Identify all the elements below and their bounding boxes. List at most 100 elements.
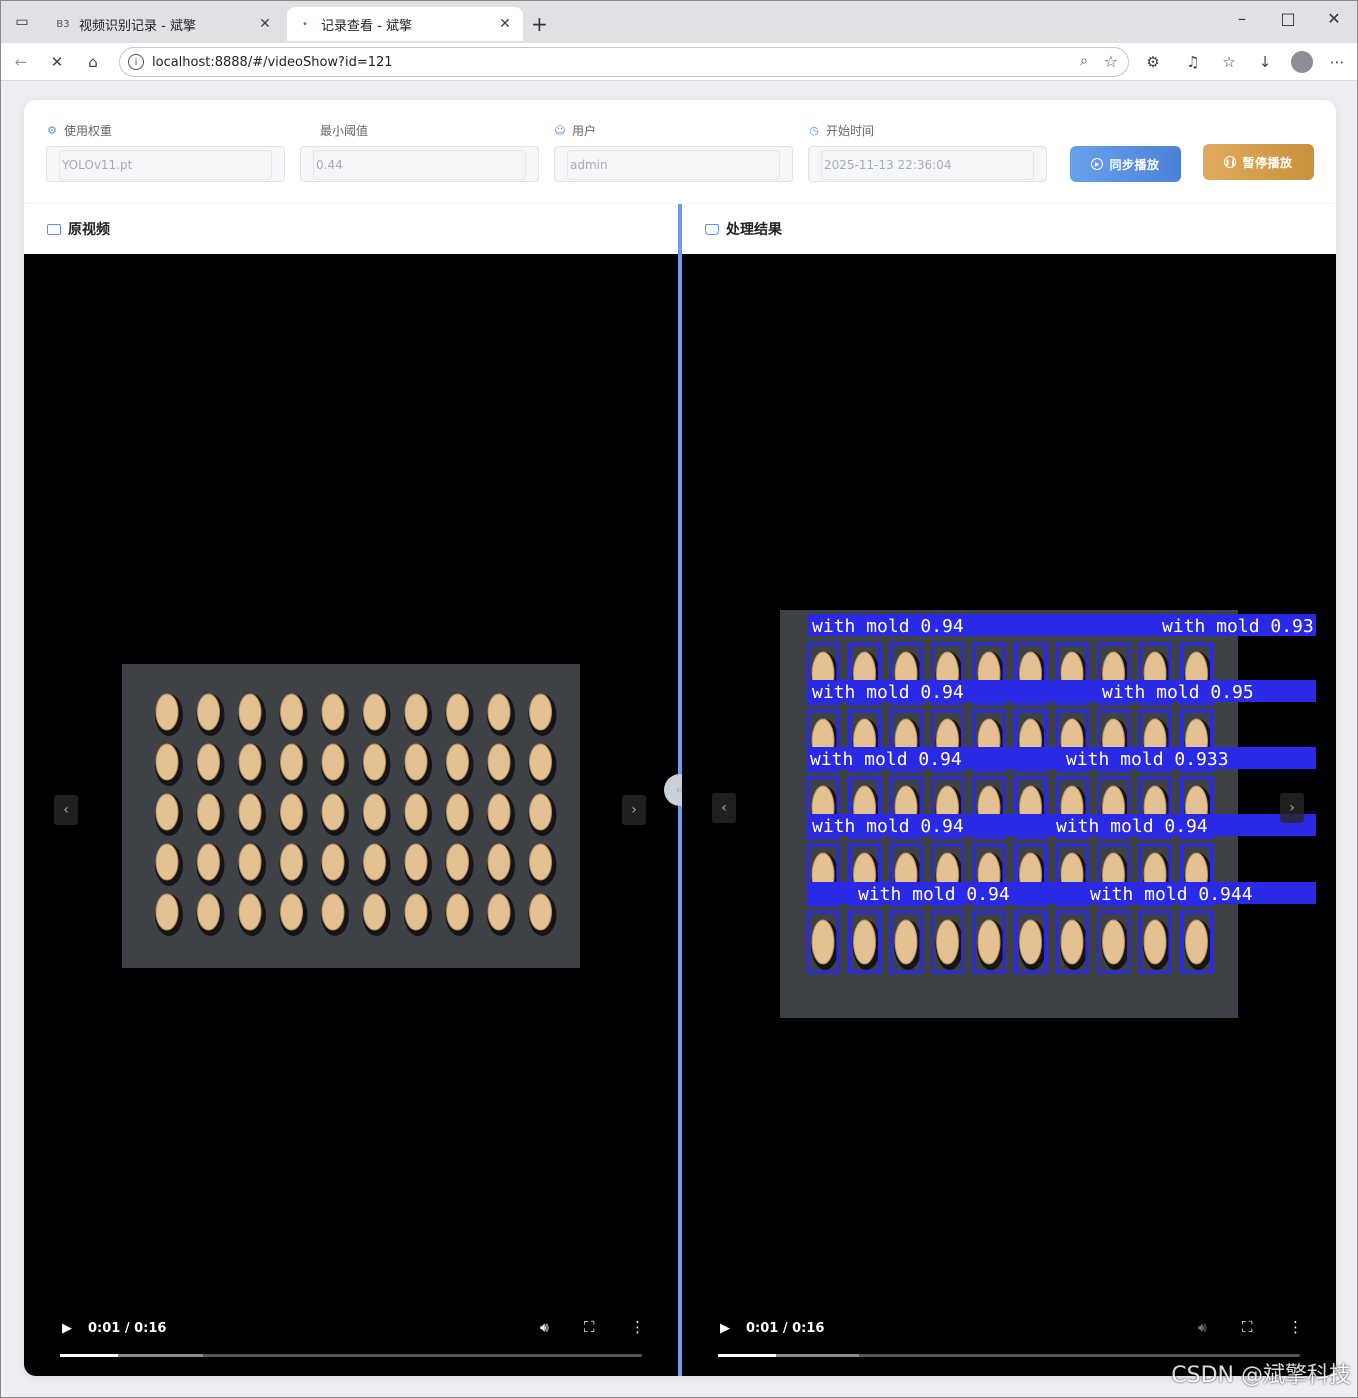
fullscreen-icon[interactable]: ⛶ bbox=[584, 1318, 595, 1336]
browser-essentials-icon[interactable]: ♫ bbox=[1183, 52, 1203, 72]
seed bbox=[1019, 919, 1042, 965]
volume-icon[interactable]: 🔊︎ bbox=[1198, 1320, 1207, 1336]
zoom-icon[interactable]: ⌕ bbox=[1080, 53, 1088, 69]
original-video-frame bbox=[122, 664, 580, 968]
volume-icon[interactable]: 🔊︎ bbox=[540, 1320, 549, 1336]
played-range bbox=[718, 1354, 777, 1357]
detection-label: with mold 0.933 bbox=[1066, 749, 1229, 770]
sync-play-button[interactable]: ▶ 同步播放 bbox=[1070, 146, 1181, 182]
tab-title: 视频识别记录 - 斌擎 bbox=[79, 18, 196, 34]
weight-label: 使用权重 bbox=[64, 123, 113, 138]
time-display: 0:01 / 0:16 bbox=[746, 1321, 825, 1336]
seed bbox=[487, 743, 511, 781]
weight-input[interactable]: YOLOv11.pt bbox=[59, 150, 272, 180]
played-range bbox=[60, 1354, 119, 1357]
result-panel-title: 处理结果 bbox=[726, 222, 782, 238]
detection-label: with mold 0.94 bbox=[1056, 816, 1208, 837]
seed bbox=[1185, 919, 1208, 965]
site-info-icon[interactable]: i bbox=[128, 54, 144, 70]
seed bbox=[155, 893, 179, 931]
seed bbox=[280, 843, 303, 881]
seed bbox=[197, 843, 220, 881]
prev-arrow-icon[interactable]: ‹ bbox=[54, 795, 78, 825]
seed bbox=[280, 693, 303, 731]
seed bbox=[487, 693, 511, 731]
threshold-label: 最小阈值 bbox=[320, 123, 369, 138]
original-video-player[interactable]: ‹ › ▶ 0:01 / 0:16 🔊︎ ⛶ ⋮ bbox=[24, 254, 678, 1376]
maximize-icon[interactable]: □ bbox=[1265, 9, 1311, 28]
seed bbox=[321, 743, 345, 781]
home-icon[interactable]: ⌂ bbox=[83, 52, 103, 72]
start-time-input[interactable]: 2025-11-13 22:36:04 bbox=[821, 150, 1034, 180]
pause-play-button[interactable]: ❚❚ 暂停播放 bbox=[1203, 144, 1314, 180]
tab-video-records[interactable]: B3 视频识别记录 - 斌擎 ✕ bbox=[45, 7, 283, 41]
extensions-icon[interactable]: ⚙ bbox=[1143, 52, 1163, 72]
prev-arrow-icon[interactable]: ‹ bbox=[712, 793, 736, 823]
video-show-card: ⚙ 使用权重 YOLOv11.pt 最小阈值 0.44 ☺ 用户 admin ◷ 开始… bbox=[24, 100, 1336, 1376]
seed bbox=[446, 893, 469, 931]
detection-label: with mold 0.94 bbox=[812, 682, 964, 703]
seed bbox=[155, 843, 179, 881]
seed bbox=[487, 793, 511, 831]
seed bbox=[321, 893, 345, 931]
time-display: 0:01 / 0:16 bbox=[88, 1321, 167, 1336]
seed bbox=[529, 793, 552, 831]
seed bbox=[238, 743, 262, 781]
seed bbox=[404, 893, 428, 931]
seed bbox=[1102, 919, 1125, 965]
browser-toolbar: ← ✕ ⌂ i localhost:8888/#/videoShow?id=12… bbox=[1, 43, 1357, 81]
seed bbox=[404, 793, 428, 831]
seed bbox=[363, 693, 386, 731]
progress-bar[interactable] bbox=[60, 1354, 642, 1357]
seed bbox=[894, 919, 918, 965]
new-tab-icon[interactable]: + bbox=[531, 12, 548, 36]
stop-loading-icon[interactable]: ✕ bbox=[47, 52, 67, 72]
more-menu-icon[interactable]: ⋯ bbox=[1327, 52, 1347, 72]
favorites-icon[interactable]: ☆ bbox=[1219, 52, 1239, 72]
detection-label: with mold 0.94 bbox=[812, 816, 964, 837]
seed bbox=[238, 793, 262, 831]
user-input[interactable]: admin bbox=[567, 150, 780, 180]
seed bbox=[363, 793, 386, 831]
clock-icon: ◷ bbox=[809, 123, 819, 137]
seed bbox=[238, 893, 262, 931]
next-arrow-icon[interactable]: › bbox=[1280, 793, 1304, 823]
url-text: localhost:8888/#/videoShow?id=121 bbox=[152, 54, 393, 70]
back-icon[interactable]: ← bbox=[11, 52, 31, 72]
video-camera-icon bbox=[47, 223, 61, 235]
downloads-icon[interactable]: ↓ bbox=[1255, 52, 1275, 72]
profile-avatar[interactable] bbox=[1291, 51, 1313, 73]
fullscreen-icon[interactable]: ⛶ bbox=[1242, 1318, 1253, 1336]
seed bbox=[529, 843, 552, 881]
original-panel-title: 原视频 bbox=[68, 222, 110, 238]
tab-actions-icon[interactable]: ▭ bbox=[11, 11, 33, 33]
next-arrow-icon[interactable]: › bbox=[622, 795, 646, 825]
seed bbox=[487, 893, 511, 931]
play-icon[interactable]: ▶ bbox=[62, 1321, 72, 1336]
seed bbox=[238, 843, 262, 881]
tab-record-view[interactable]: • 记录查看 - 斌擎 ✕ bbox=[287, 7, 523, 41]
seed bbox=[529, 743, 552, 781]
result-panel-header: 处理结果 bbox=[682, 204, 1336, 254]
weight-field: ⚙ 使用权重 YOLOv11.pt bbox=[46, 122, 285, 182]
play-icon[interactable]: ▶ bbox=[720, 1321, 730, 1336]
minimize-icon[interactable]: – bbox=[1219, 9, 1265, 28]
user-label: 用户 bbox=[572, 123, 597, 138]
close-window-icon[interactable]: ✕ bbox=[1311, 9, 1357, 28]
seed bbox=[1143, 919, 1167, 965]
threshold-input[interactable]: 0.44 bbox=[313, 150, 526, 180]
result-video-player[interactable]: with mold 0.94 with mold 0.93 with mold 0.… bbox=[682, 254, 1336, 1376]
seed bbox=[321, 693, 345, 731]
seed bbox=[363, 743, 386, 781]
seed bbox=[446, 743, 469, 781]
close-tab-icon[interactable]: ✕ bbox=[257, 16, 273, 32]
close-tab-icon[interactable]: ✕ bbox=[497, 16, 513, 32]
seed bbox=[321, 793, 345, 831]
address-bar[interactable]: i localhost:8888/#/videoShow?id=121 ⌕ ☆ bbox=[119, 47, 1129, 77]
threshold-field: 最小阈值 0.44 bbox=[300, 122, 539, 182]
detection-label: with mold 0.94 bbox=[812, 616, 964, 637]
more-options-icon[interactable]: ⋮ bbox=[1288, 1318, 1303, 1336]
tab-strip: ▭ B3 视频识别记录 - 斌擎 ✕ • 记录查看 - 斌擎 ✕ + – □ ✕ bbox=[1, 1, 1357, 43]
more-options-icon[interactable]: ⋮ bbox=[630, 1318, 645, 1336]
favorite-star-icon[interactable]: ☆ bbox=[1104, 52, 1118, 71]
